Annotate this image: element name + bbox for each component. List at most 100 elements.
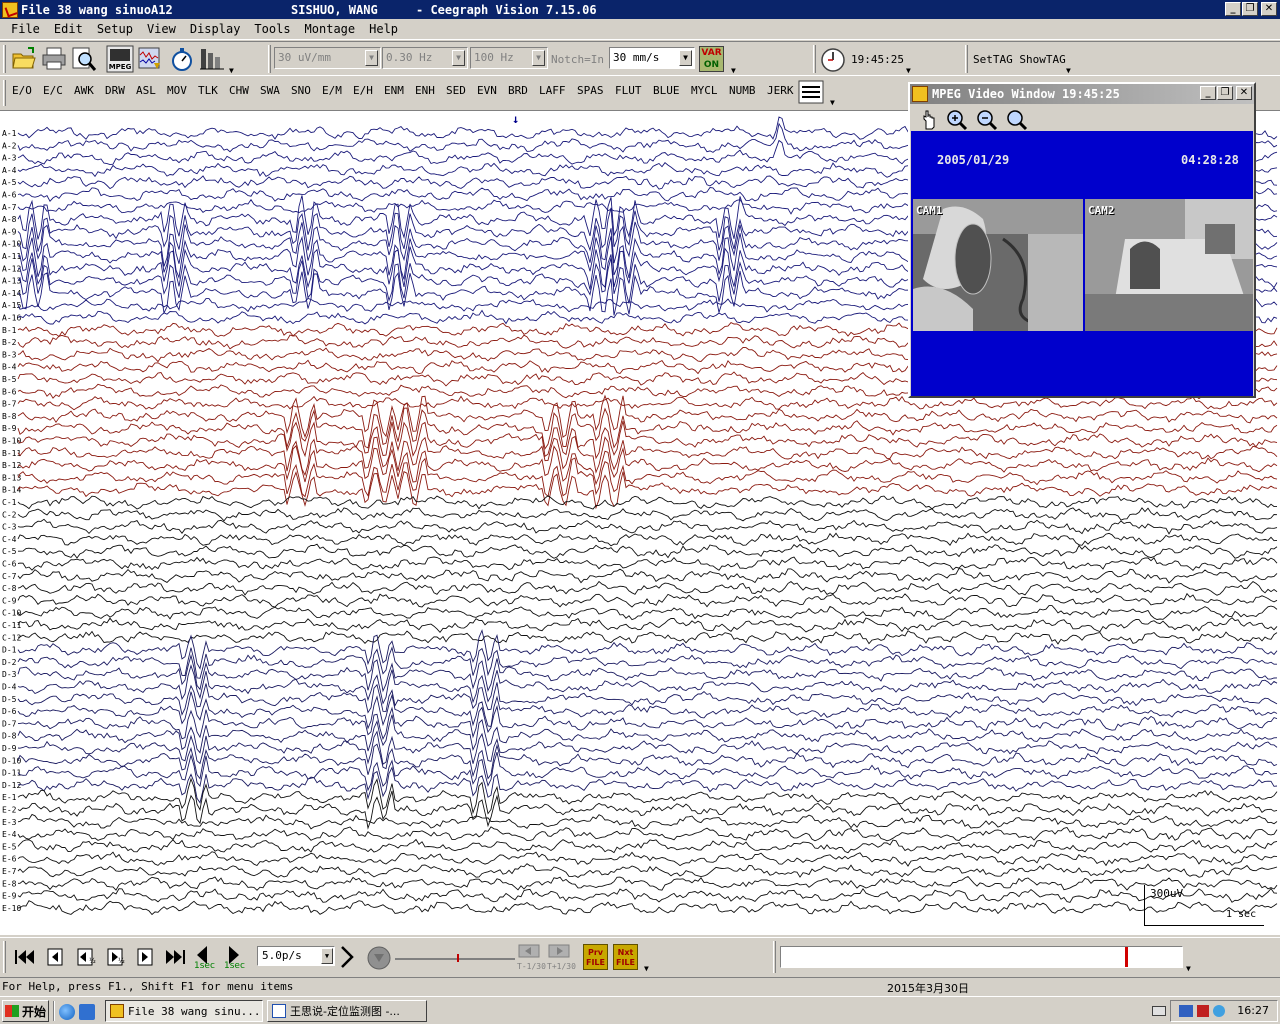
toolbar-overflow-icon[interactable]: ▼ (1066, 66, 1071, 75)
channel-label[interactable]: D-9 (2, 744, 17, 753)
channel-label[interactable]: B-13 (2, 473, 21, 482)
channel-label[interactable]: C-8 (2, 584, 17, 593)
event-tag-drw[interactable]: DRW (105, 84, 125, 97)
channel-label[interactable]: B-4 (2, 363, 17, 372)
channel-label[interactable]: B-14 (2, 486, 21, 495)
video-close-button[interactable]: ✕ (1236, 86, 1252, 100)
channel-label[interactable]: A-13 (2, 277, 21, 286)
event-tag-eh[interactable]: E/H (353, 84, 373, 97)
var-toggle-button[interactable]: VAR ON (699, 46, 724, 72)
next-file-button[interactable]: Nxt FILE (613, 944, 638, 970)
toolbar-grip[interactable] (813, 45, 816, 73)
event-tag-jerk[interactable]: JERK (767, 84, 794, 97)
channel-label[interactable]: D-2 (2, 658, 17, 667)
channel-label[interactable]: C-9 (2, 596, 17, 605)
channel-label[interactable]: D-12 (2, 781, 21, 790)
event-tag-enm[interactable]: ENM (384, 84, 404, 97)
channel-label[interactable]: C-6 (2, 560, 17, 569)
channel-label[interactable]: B-9 (2, 424, 17, 433)
channel-label[interactable]: C-1 (2, 498, 17, 507)
keyboard-icon[interactable] (1152, 1006, 1166, 1016)
zoom-100-icon[interactable] (1006, 109, 1028, 131)
mpeg-icon[interactable]: MPEG (106, 45, 134, 73)
channel-label[interactable]: E-7 (2, 867, 17, 876)
previous-file-button[interactable]: Prv FILE (583, 944, 608, 970)
channel-label[interactable]: D-5 (2, 695, 17, 704)
low-filter-select[interactable]: 0.30 Hz ▼ (382, 47, 468, 69)
start-button[interactable]: 开始 (2, 1000, 49, 1022)
frame-forward-icon[interactable] (548, 944, 570, 958)
channel-label[interactable]: B-2 (2, 338, 17, 347)
channel-label[interactable]: A-11 (2, 252, 21, 261)
play-icon[interactable] (338, 943, 358, 971)
toolbar-grip[interactable] (3, 80, 6, 106)
playback-speed-select[interactable]: 5.0p/s ▼ (257, 946, 335, 966)
channel-label[interactable]: B-1 (2, 326, 17, 335)
frame-back-icon[interactable] (518, 944, 540, 958)
hand-pan-icon[interactable] (918, 109, 940, 131)
channel-label[interactable]: E-8 (2, 879, 17, 888)
toolbar-overflow-icon[interactable]: ▼ (830, 98, 835, 107)
toolbar-overflow-icon[interactable]: ▼ (229, 66, 234, 75)
taskbar-item-document[interactable]: 王思说-定位监测图 -... (267, 1000, 427, 1022)
taskbar-item-ceegraph[interactable]: File 38 wang sinu... (105, 1000, 263, 1022)
mpeg-video-window[interactable]: MPEG Video Window 19:45:25 _ ❐ ✕ 2005/01… (908, 82, 1256, 398)
channel-label[interactable]: B-6 (2, 387, 17, 396)
event-tag-eo[interactable]: E/O (12, 84, 32, 97)
open-folder-icon[interactable] (10, 45, 38, 73)
channel-label[interactable]: B-8 (2, 412, 17, 421)
montage-layout-icon[interactable] (797, 79, 825, 105)
close-button[interactable]: ✕ (1261, 2, 1277, 16)
half-page-forward-icon[interactable]: ½ (102, 943, 128, 971)
channel-label[interactable]: C-12 (2, 633, 21, 642)
channel-settings-icon[interactable] (198, 45, 226, 73)
menu-tools[interactable]: Tools (247, 22, 297, 36)
event-tag-sno[interactable]: SNO (291, 84, 311, 97)
event-tag-flut[interactable]: FLUT (615, 84, 642, 97)
recording-position-marker[interactable] (1125, 947, 1128, 967)
video-title-bar[interactable]: MPEG Video Window 19:45:25 _ ❐ ✕ (910, 84, 1254, 104)
channel-label[interactable]: A-4 (2, 166, 17, 175)
channel-label[interactable]: B-3 (2, 350, 17, 359)
channel-label[interactable]: B-7 (2, 400, 17, 409)
toolbar-overflow-icon[interactable]: ▼ (644, 964, 649, 973)
channel-label[interactable]: D-6 (2, 707, 17, 716)
zoom-out-icon[interactable] (976, 109, 998, 131)
event-tag-swa[interactable]: SWA (260, 84, 280, 97)
channel-label[interactable]: A-5 (2, 178, 17, 187)
event-tag-sed[interactable]: SED (446, 84, 466, 97)
channel-label[interactable]: E-2 (2, 806, 17, 815)
channel-label[interactable]: D-1 (2, 646, 17, 655)
toolbar-overflow-icon[interactable]: ▼ (731, 66, 736, 75)
menu-edit[interactable]: Edit (47, 22, 90, 36)
video-maximize-button[interactable]: ❐ (1217, 86, 1233, 100)
print-icon[interactable] (40, 45, 68, 73)
minimize-button[interactable]: _ (1225, 2, 1241, 16)
clock-icon[interactable] (820, 47, 846, 73)
video-minimize-button[interactable]: _ (1200, 86, 1216, 100)
recording-position-bar[interactable] (780, 946, 1183, 968)
channel-label[interactable]: E-1 (2, 793, 17, 802)
toolbar-grip[interactable] (3, 941, 6, 973)
toolbar-grip[interactable] (965, 45, 968, 73)
event-tag-mov[interactable]: MOV (167, 84, 187, 97)
channel-label[interactable]: D-4 (2, 683, 17, 692)
channel-label[interactable]: E-9 (2, 892, 17, 901)
explorer-icon[interactable] (79, 1004, 95, 1020)
event-tag-enh[interactable]: ENH (415, 84, 435, 97)
channel-label[interactable]: C-3 (2, 523, 17, 532)
skip-end-icon[interactable] (162, 943, 188, 971)
notch-filter-toggle[interactable]: Notch=In (551, 53, 604, 66)
high-filter-select[interactable]: 100 Hz ▼ (470, 47, 548, 69)
sensitivity-select[interactable]: 30 uV/mm ▼ (274, 47, 381, 69)
event-tag-ec[interactable]: E/C (43, 84, 63, 97)
channel-label[interactable]: A-3 (2, 154, 17, 163)
event-tag-laff[interactable]: LAFF (539, 84, 566, 97)
update-icon[interactable] (1213, 1005, 1225, 1017)
channel-label[interactable]: E-5 (2, 842, 17, 851)
toolbar-grip[interactable] (268, 45, 271, 73)
menu-display[interactable]: Display (183, 22, 248, 36)
channel-label[interactable]: A-7 (2, 203, 17, 212)
channel-label[interactable]: C-7 (2, 572, 17, 581)
paper-speed-select[interactable]: 30 mm/s ▼ (609, 47, 695, 69)
